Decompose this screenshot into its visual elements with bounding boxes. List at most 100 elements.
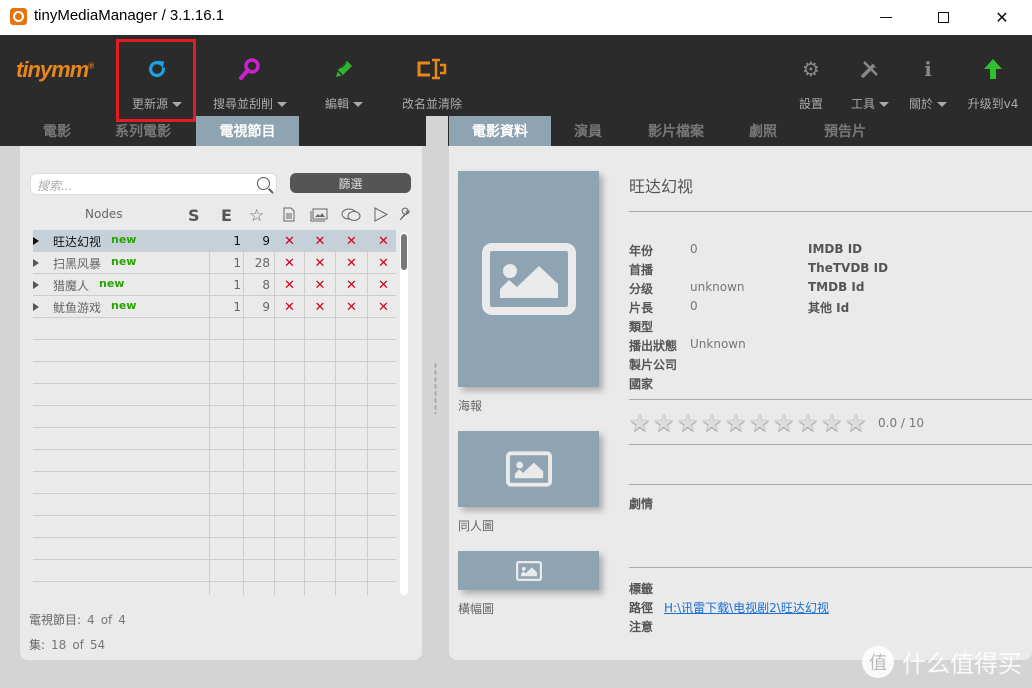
tab-artwork[interactable]: 劇照 [732,116,794,146]
empty-table-row [33,538,396,560]
about-button[interactable]: i 關於 [904,35,952,116]
table-row[interactable]: 旺达幻视 new 1 9 ✕ ✕ ✕ ✕ [33,230,396,252]
field-value: unknown [690,280,745,294]
node-cell: 旺达幻视 new [33,230,209,252]
field-label: 首播 [629,263,654,277]
field-value: 0 [690,242,698,256]
empty-table-row [33,384,396,406]
new-badge: new [111,298,137,312]
new-badge: new [111,254,137,268]
fanart-image[interactable] [458,431,599,507]
rating-stars: ★ ★ ★ ★ ★ ★ ★ ★ ★ ★ [629,411,869,435]
empty-table-row [33,516,396,538]
banner-image[interactable] [458,551,599,590]
empty-table-row [33,428,396,450]
star-icon: ★ [749,409,771,437]
missing-flag-icon: ✕ [378,299,389,315]
wrench-icon[interactable] [398,207,412,225]
chevron-down-icon [277,102,287,107]
minimize-button[interactable] [856,0,916,35]
missing-flag-icon: ✕ [314,277,326,293]
expand-arrow-icon[interactable] [33,237,39,245]
table-scrollbar[interactable] [400,232,408,595]
new-badge: new [111,232,137,246]
images-icon[interactable] [310,208,328,225]
close-icon: ✕ [995,8,1009,27]
star-icon: ★ [653,409,675,437]
column-header-seasons[interactable]: S [188,206,200,225]
table-row[interactable]: 鱿鱼游戏 new 1 9 ✕ ✕ ✕ ✕ [33,296,396,318]
tv-shows-count: 電視節目: 4 of 4 [29,613,126,627]
tab-movies[interactable]: 電影 [22,116,92,146]
gear-icon: ⚙ [802,57,820,81]
tags-label: 標籤 [629,582,654,596]
close-button[interactable]: ✕ [972,0,1032,35]
column-header-nodes[interactable]: Nodes [85,207,123,221]
empty-table-row [33,450,396,472]
fanart-label: 同人圖 [458,519,495,533]
tab-trailer[interactable]: 預告片 [810,116,880,146]
expand-arrow-icon[interactable] [33,259,39,267]
note-label: 注意 [629,620,654,634]
chevron-down-icon [937,102,947,107]
table-row[interactable]: 扫黑风暴 new 1 28 ✕ ✕ ✕ ✕ [33,252,396,274]
empty-table-row [33,472,396,494]
tab-cast[interactable]: 演員 [556,116,620,146]
image-placeholder-icon [515,560,542,581]
new-badge: new [99,276,125,290]
star-icon: ★ [821,409,843,437]
edit-button[interactable]: 編輯 [314,35,374,116]
tab-tv-shows[interactable]: 電視節目 [196,116,299,156]
tab-details[interactable]: 電影資料 [449,116,551,156]
search-input[interactable]: 搜索... [30,173,277,195]
show-name: 鱿鱼游戏 [53,300,102,315]
expand-arrow-icon[interactable] [33,303,39,311]
filter-button[interactable]: 篩選 [290,173,411,193]
splitter-grip-icon[interactable] [434,362,437,414]
path-link[interactable]: H:\讯雷下载\电视剧2\旺达幻视 [664,599,829,616]
watermark-text: 什么值得买 [902,650,1022,678]
missing-flag-icon: ✕ [378,255,389,271]
rename-icon [416,49,448,89]
maximize-button[interactable] [913,0,973,35]
edit-icon [332,49,356,89]
star-icon: ★ [701,409,723,437]
search-scrape-button[interactable]: 搜尋並刮削 [205,35,295,116]
divider [629,399,1032,400]
nfo-document-icon[interactable] [283,207,295,225]
show-name: 旺达幻视 [53,234,102,249]
missing-flag-icon: ✕ [314,233,326,249]
expand-arrow-icon[interactable] [33,281,39,289]
image-placeholder-icon [481,243,576,315]
watermark-logo-icon: 值 [862,645,894,678]
upgrade-v4-button[interactable]: 升级到v4 [966,35,1020,116]
empty-table-row [33,560,396,582]
empty-table-row [33,406,396,428]
panel-splitter[interactable] [426,116,448,688]
tools-button[interactable]: 工具 [846,35,894,116]
poster-image[interactable] [458,171,599,387]
field-label: 播出狀態 [629,339,678,353]
banner-label: 橫幅圖 [458,602,495,616]
subtitles-icon[interactable] [341,208,361,225]
field-label: 片長 [629,301,654,315]
empty-table-row [33,362,396,384]
empty-table-row [33,340,396,362]
table-row[interactable]: 猎魔人 new 1 8 ✕ ✕ ✕ ✕ [33,274,396,296]
table-scrollbar-thumb[interactable] [401,234,407,270]
column-header-episodes[interactable]: E [221,206,232,225]
node-cell: 扫黑风暴 new [33,252,209,274]
star-icon[interactable]: ☆ [249,206,264,226]
tab-media-files[interactable]: 影片檔案 [632,116,720,146]
settings-button[interactable]: ⚙ 設置 [792,35,830,116]
chevron-down-icon [353,102,363,107]
star-icon: ★ [677,409,699,437]
path-label: 路徑 [629,601,654,615]
trailer-play-icon[interactable] [374,207,389,225]
window-title: tinyMediaManager / 3.1.16.1 [34,7,225,24]
search-icon[interactable] [257,177,270,190]
star-icon: ★ [725,409,747,437]
rename-clean-button[interactable]: 改名並清除 [396,35,468,116]
field-value: 0 [690,299,698,313]
missing-flag-icon: ✕ [314,299,326,315]
